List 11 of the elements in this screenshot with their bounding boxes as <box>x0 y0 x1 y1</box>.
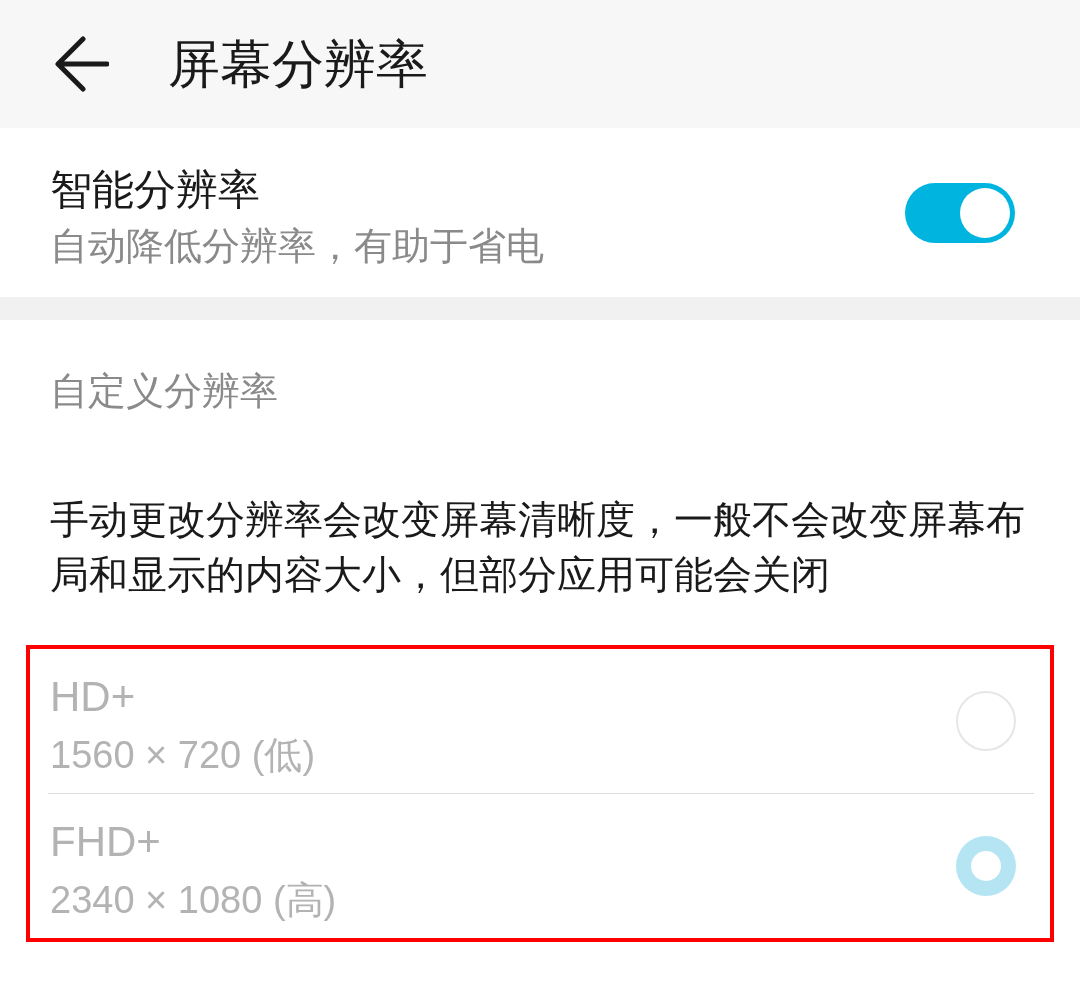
page-title: 屏幕分辨率 <box>168 34 428 94</box>
description-text: 手动更改分辨率会改变屏幕清晰度，一般不会改变屏幕布局和显示的内容大小，但部分应用可能会关闭 <box>50 497 1026 598</box>
section-heading: 自定义分辨率 <box>50 369 278 414</box>
setting-subtitle: 自动降低分辨率，有助于省电 <box>50 224 544 269</box>
option-detail: 2340 × 1080 (高) <box>50 878 337 923</box>
option-label: FHD+ <box>50 818 161 866</box>
setting-title: 智能分辨率 <box>50 166 260 214</box>
option-detail: 1560 × 720 (低) <box>50 733 316 778</box>
back-button[interactable] <box>54 34 110 94</box>
back-arrow-icon <box>55 36 109 92</box>
option-label: HD+ <box>50 673 136 721</box>
